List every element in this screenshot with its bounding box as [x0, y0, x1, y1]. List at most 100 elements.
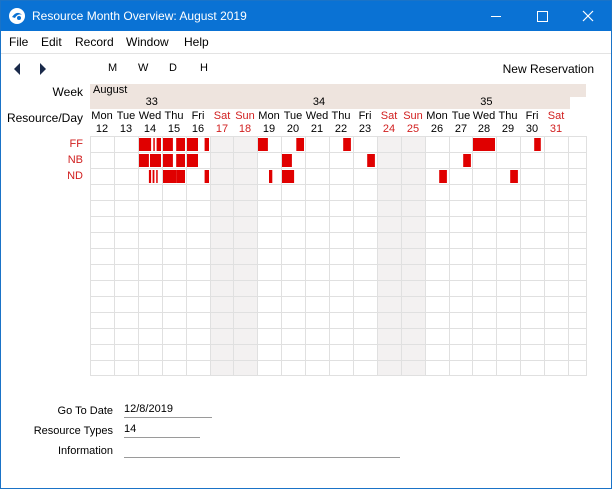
reservation-block[interactable]	[163, 154, 173, 167]
day-number: 23	[358, 123, 372, 135]
week-number: 35	[480, 96, 493, 108]
week-label: Week	[52, 85, 83, 99]
next-arrow-icon[interactable]	[37, 61, 49, 77]
reservation-block[interactable]	[439, 170, 447, 183]
day-number: 12	[95, 123, 109, 135]
day-number: 20	[286, 123, 300, 135]
day-header[interactable]: Wed 14	[138, 110, 162, 136]
day-of-week: Wed	[138, 110, 162, 122]
resource-label[interactable]: NB	[68, 154, 83, 166]
day-header[interactable]: Tue 20	[281, 110, 305, 136]
reservation-block[interactable]	[269, 170, 273, 183]
reservation-block[interactable]	[156, 170, 158, 183]
day-number: 30	[525, 123, 539, 135]
reservation-block[interactable]	[204, 170, 209, 183]
reservation-block[interactable]	[367, 154, 375, 167]
reservation-block[interactable]	[204, 138, 209, 151]
day-header[interactable]: Mon 26	[425, 110, 449, 136]
menu-edit[interactable]: Edit	[41, 35, 62, 49]
day-of-week: Fri	[358, 110, 372, 122]
new-reservation-button[interactable]: New Reservation	[503, 62, 594, 76]
day-header[interactable]: Fri 30	[520, 110, 544, 136]
day-of-week: Wed	[472, 110, 496, 122]
day-header[interactable]: Mon 12	[90, 110, 114, 136]
hour-view-button[interactable]: H	[200, 62, 208, 74]
resource-label[interactable]: ND	[67, 170, 83, 182]
reservation-block[interactable]	[176, 154, 185, 167]
day-header[interactable]: Sat 17	[210, 110, 234, 136]
day-of-week: Sat	[547, 110, 565, 122]
day-header[interactable]: Fri 16	[186, 110, 210, 136]
day-number: 28	[477, 123, 491, 135]
title-bar[interactable]: Resource Month Overview: August 2019	[1, 1, 611, 31]
reservation-block[interactable]	[187, 154, 198, 167]
information-field[interactable]	[124, 443, 400, 458]
reservation-block[interactable]	[282, 154, 292, 167]
reservation-block[interactable]	[187, 138, 198, 151]
day-of-week: Mon	[91, 110, 113, 122]
menu-window[interactable]: Window	[126, 35, 169, 49]
reservation-grid[interactable]	[90, 136, 587, 376]
reservation-block[interactable]	[148, 170, 152, 183]
reservation-block[interactable]	[163, 138, 173, 151]
reservation-block[interactable]	[156, 138, 161, 151]
reservation-block[interactable]	[176, 170, 185, 183]
day-number: 27	[454, 123, 468, 135]
reservation-block[interactable]	[139, 154, 149, 167]
day-header[interactable]: Fri 23	[353, 110, 377, 136]
minimize-button[interactable]	[473, 1, 519, 31]
reservation-block[interactable]	[282, 170, 295, 183]
reservation-block[interactable]	[258, 138, 268, 151]
resource-types-field[interactable]: 14	[124, 423, 200, 438]
week-view-button[interactable]: W	[138, 62, 148, 74]
day-header[interactable]: Thu 22	[329, 110, 353, 136]
day-of-week: Mon	[426, 110, 448, 122]
reservation-block[interactable]	[176, 138, 185, 151]
day-header[interactable]: Sun 18	[233, 110, 257, 136]
menu-record[interactable]: Record	[75, 35, 114, 49]
previous-arrow-icon[interactable]	[11, 61, 23, 77]
month-view-button[interactable]: M	[108, 62, 117, 74]
day-number: 19	[262, 123, 276, 135]
go-to-date-field[interactable]: 12/8/2019	[124, 403, 212, 418]
close-button[interactable]	[565, 1, 611, 31]
reservation-block[interactable]	[343, 138, 351, 151]
week-number: 33	[145, 96, 158, 108]
resource-label[interactable]: FF	[70, 138, 83, 150]
window: Resource Month Overview: August 2019 Fil…	[0, 0, 612, 489]
day-header[interactable]: Thu 29	[496, 110, 520, 136]
reservation-block[interactable]	[150, 154, 161, 167]
reservation-block[interactable]	[163, 170, 177, 183]
reservation-block[interactable]	[510, 170, 518, 183]
day-number: 14	[143, 123, 157, 135]
day-header[interactable]: Tue 13	[114, 110, 138, 136]
day-of-week: Sat	[380, 110, 398, 122]
reservation-block[interactable]	[296, 138, 304, 151]
day-number: 22	[334, 123, 348, 135]
day-header[interactable]: Wed 21	[305, 110, 329, 136]
day-view-button[interactable]: D	[169, 62, 177, 74]
day-number: 17	[215, 123, 229, 135]
close-icon	[582, 10, 594, 22]
reservation-block[interactable]	[153, 138, 155, 151]
day-of-week: Thu	[331, 110, 351, 122]
day-header[interactable]: Thu 15	[162, 110, 186, 136]
day-header[interactable]: Sat 24	[377, 110, 401, 136]
day-header[interactable]: Sat 31	[544, 110, 568, 136]
menu-help[interactable]: Help	[184, 35, 209, 49]
day-header[interactable]: Wed 28	[472, 110, 496, 136]
day-of-week: Sun	[403, 110, 423, 122]
reservation-block[interactable]	[463, 154, 471, 167]
reservation-block[interactable]	[139, 138, 152, 151]
day-header[interactable]: Mon 19	[257, 110, 281, 136]
menu-file[interactable]: File	[9, 35, 28, 49]
reservation-block[interactable]	[473, 138, 495, 151]
maximize-button[interactable]	[519, 1, 565, 31]
day-header[interactable]: Sun 25	[401, 110, 425, 136]
weekend-column	[401, 136, 425, 376]
day-of-week: Thu	[164, 110, 184, 122]
reservation-block[interactable]	[152, 170, 155, 183]
reservation-block[interactable]	[534, 138, 541, 151]
day-header[interactable]: Tue 27	[449, 110, 473, 136]
menu-bar: File Edit Record Window Help	[1, 31, 611, 52]
